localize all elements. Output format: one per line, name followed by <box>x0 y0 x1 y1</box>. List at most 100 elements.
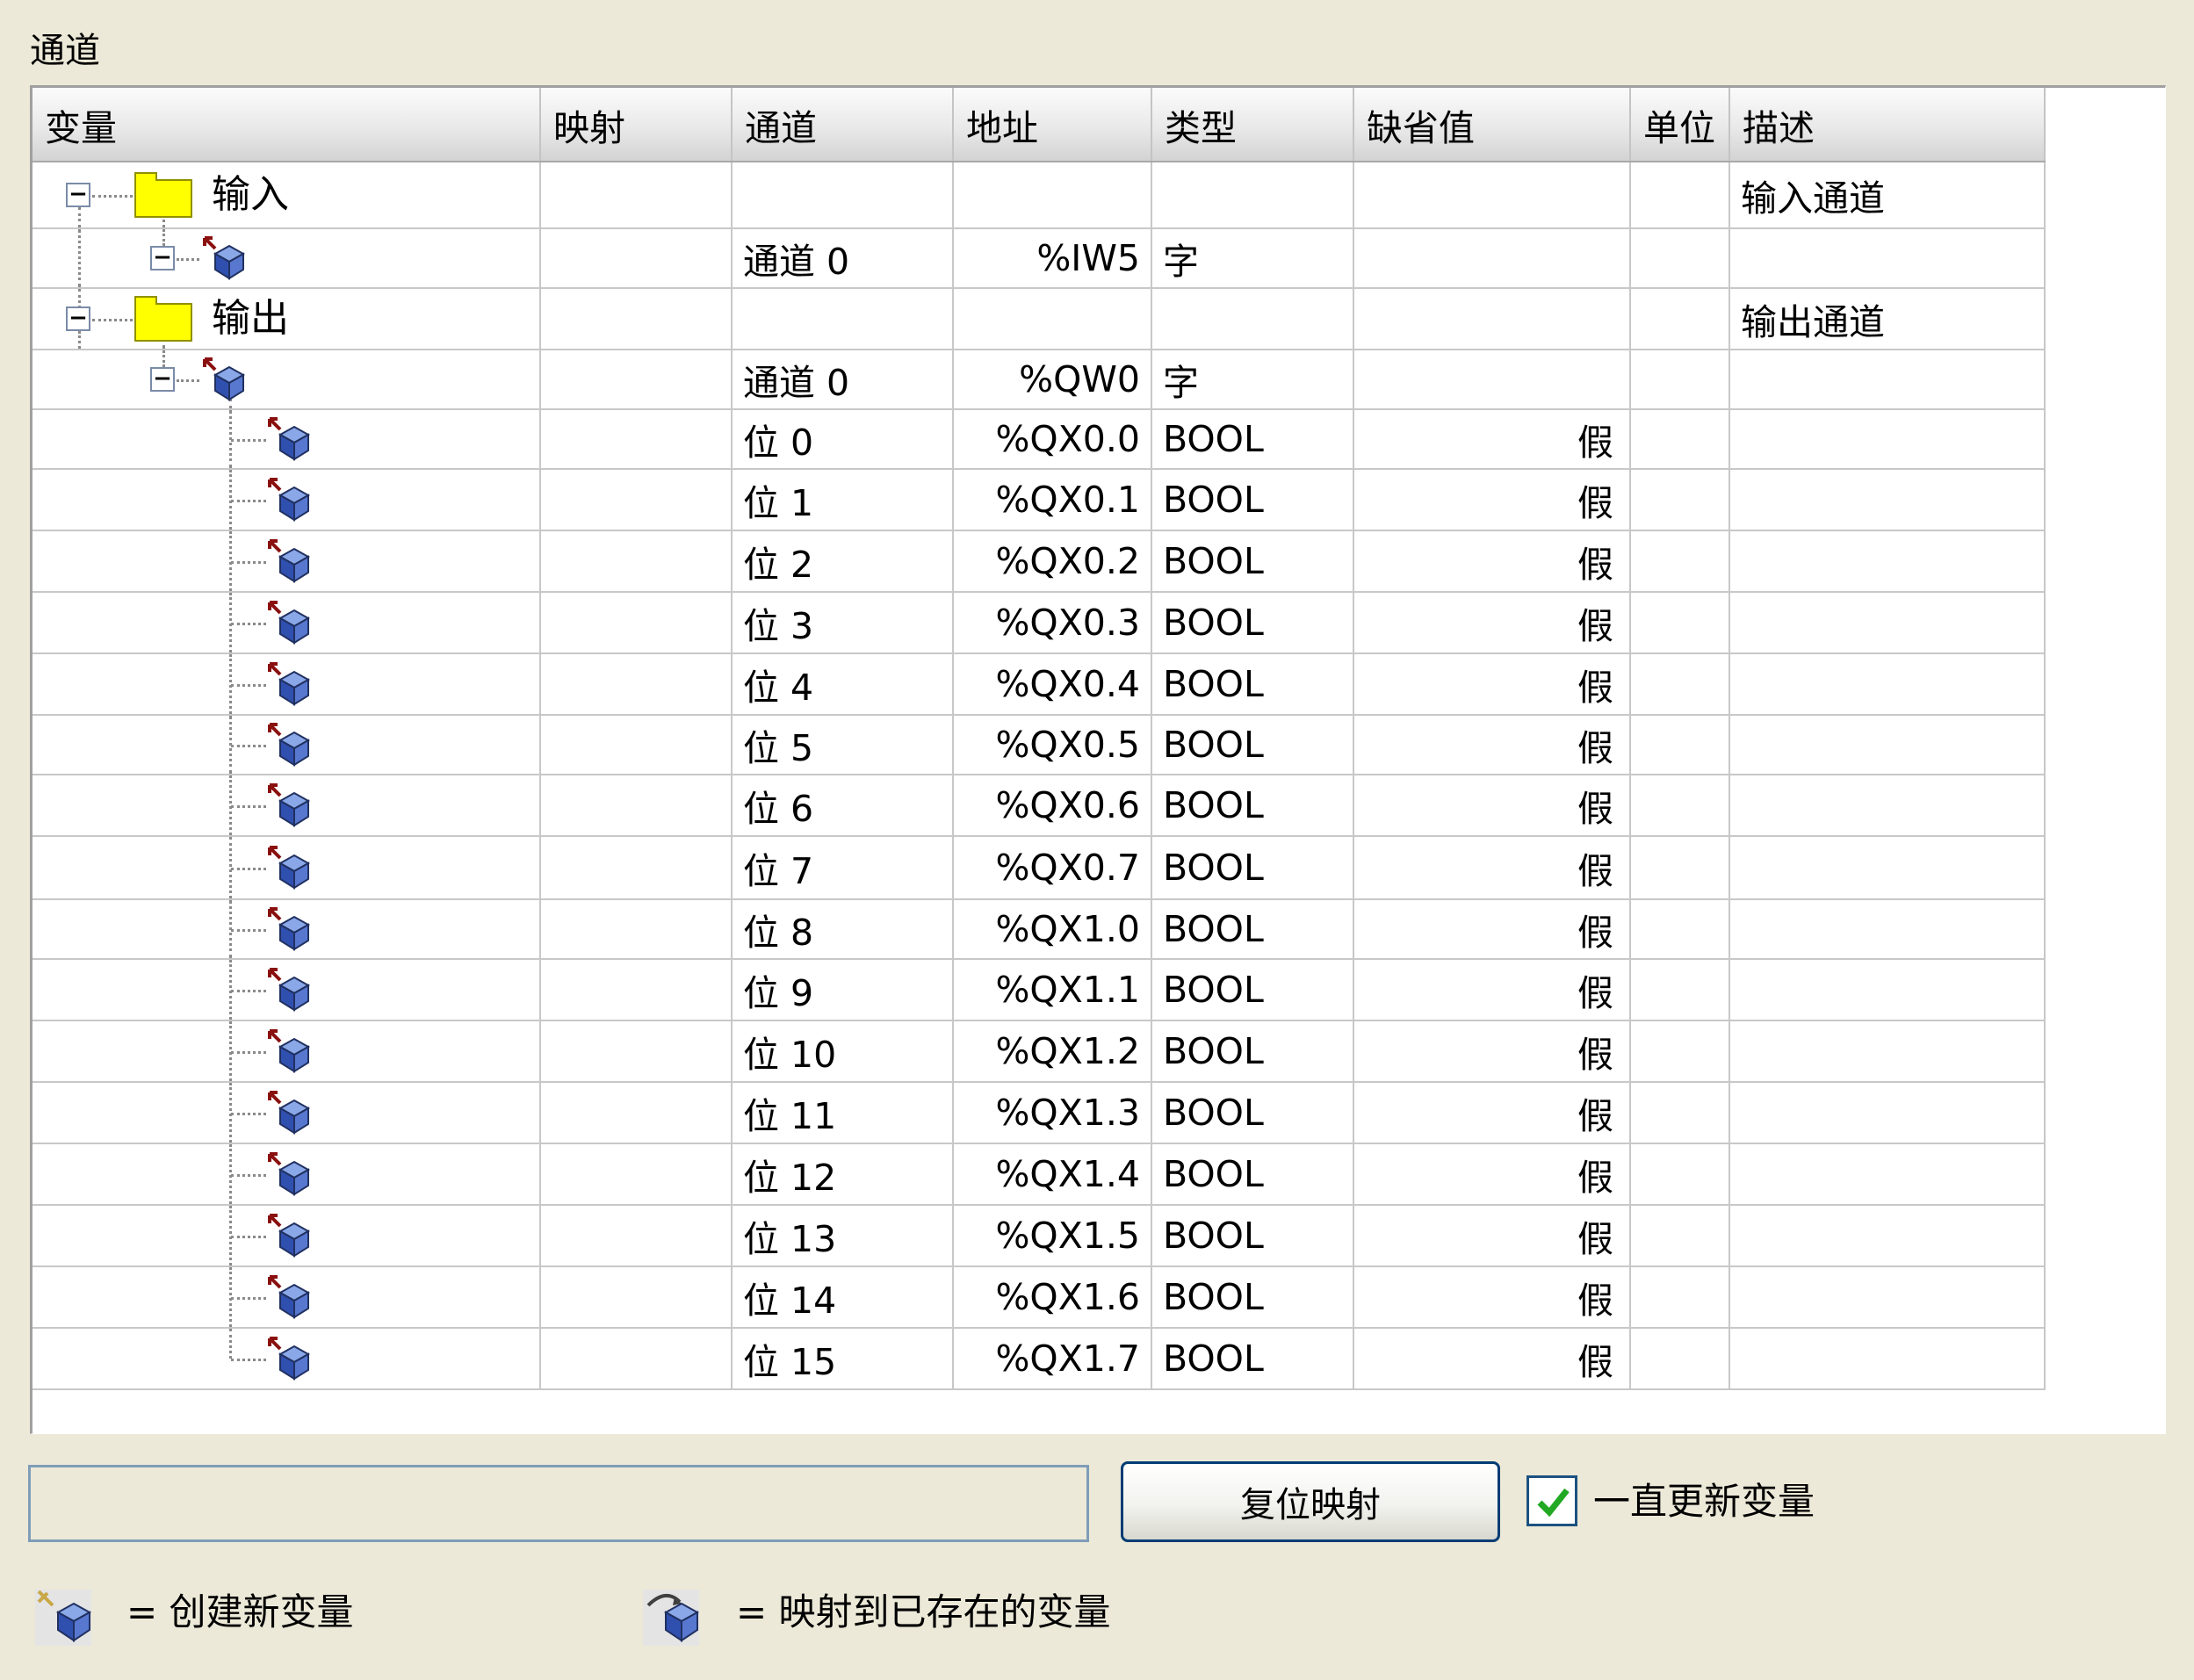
cell-mapping[interactable] <box>540 653 733 716</box>
channel-grid[interactable]: 变量 映射 通道 地址 类型 缺省值 单位 描述 − 输入 输入通道 − 通道 0 %IW… <box>30 85 2166 1434</box>
cell-variable[interactable]: − 输入 <box>32 162 541 229</box>
reset-mapping-button[interactable]: 复位映射 <box>1121 1461 1500 1542</box>
cell-variable[interactable] <box>32 653 541 716</box>
mapped-variable-icon <box>268 417 311 461</box>
cell-default[interactable] <box>1353 350 1631 410</box>
table-row[interactable]: 位 5 %QX0.5 BOOL 假 <box>32 715 2046 775</box>
cell-variable[interactable] <box>32 1266 541 1329</box>
cell-variable[interactable] <box>32 715 541 775</box>
cell-variable[interactable] <box>32 836 541 900</box>
table-row[interactable]: 位 0 %QX0.0 BOOL 假 <box>32 409 2046 470</box>
table-row[interactable]: 位 14 %QX1.6 BOOL 假 <box>32 1266 2046 1329</box>
cell-variable[interactable] <box>32 899 541 960</box>
cell-variable[interactable] <box>32 1143 541 1206</box>
cell-mapping[interactable] <box>540 1328 733 1390</box>
cell-mapping[interactable] <box>540 1020 733 1083</box>
column-header-unit[interactable]: 单位 <box>1630 88 1730 162</box>
cell-mapping[interactable] <box>540 775 733 837</box>
cell-variable[interactable] <box>32 775 541 837</box>
cell-mapping[interactable] <box>540 350 733 410</box>
cell-default[interactable]: 假 <box>1353 1266 1631 1329</box>
table-row[interactable]: − 通道 0 %QW0 字 <box>32 350 2046 410</box>
cell-mapping[interactable] <box>540 1082 733 1144</box>
cell-mapping[interactable] <box>540 288 733 350</box>
cell-default[interactable]: 假 <box>1353 899 1631 960</box>
cell-default[interactable]: 假 <box>1353 715 1631 775</box>
table-row[interactable]: 位 11 %QX1.3 BOOL 假 <box>32 1082 2046 1144</box>
cell-variable[interactable] <box>32 1082 541 1144</box>
cell-default[interactable]: 假 <box>1353 836 1631 900</box>
cell-variable[interactable]: − <box>32 228 541 289</box>
table-row[interactable]: 位 10 %QX1.2 BOOL 假 <box>32 1020 2046 1083</box>
table-row[interactable]: − 输出 输出通道 <box>32 288 2046 350</box>
cell-mapping[interactable] <box>540 899 733 960</box>
column-header-default[interactable]: 缺省值 <box>1353 88 1631 162</box>
cell-mapping[interactable] <box>540 592 733 654</box>
cell-mapping[interactable] <box>540 228 733 289</box>
cell-default[interactable]: 假 <box>1353 959 1631 1021</box>
cell-default[interactable]: 假 <box>1353 1082 1631 1144</box>
cell-variable[interactable] <box>32 1205 541 1267</box>
cell-variable[interactable]: − <box>32 350 541 410</box>
cell-variable[interactable] <box>32 959 541 1021</box>
column-header-variable[interactable]: 变量 <box>32 88 541 162</box>
table-row[interactable]: 位 15 %QX1.7 BOOL 假 <box>32 1328 2046 1390</box>
table-row[interactable]: 位 12 %QX1.4 BOOL 假 <box>32 1143 2046 1206</box>
column-header-address[interactable]: 地址 <box>953 88 1152 162</box>
cell-variable[interactable] <box>32 1328 541 1390</box>
cell-default[interactable] <box>1353 228 1631 289</box>
cell-mapping[interactable] <box>540 530 733 593</box>
status-field <box>28 1465 1089 1542</box>
cell-mapping[interactable] <box>540 1266 733 1329</box>
cell-default[interactable] <box>1353 288 1631 350</box>
cell-default[interactable]: 假 <box>1353 530 1631 593</box>
table-row[interactable]: 位 3 %QX0.3 BOOL 假 <box>32 592 2046 654</box>
cell-default[interactable]: 假 <box>1353 1143 1631 1206</box>
table-row[interactable]: 位 1 %QX0.1 BOOL 假 <box>32 469 2046 531</box>
collapse-toggle[interactable]: − <box>150 367 175 392</box>
cell-mapping[interactable] <box>540 469 733 531</box>
cell-default[interactable]: 假 <box>1353 469 1631 531</box>
always-update-label[interactable]: 一直更新变量 <box>1593 1477 1815 1526</box>
cell-type <box>1151 162 1354 229</box>
table-row[interactable]: − 通道 0 %IW5 字 <box>32 228 2046 289</box>
cell-variable[interactable] <box>32 469 541 531</box>
column-header-type[interactable]: 类型 <box>1151 88 1354 162</box>
cell-default[interactable]: 假 <box>1353 775 1631 837</box>
cell-mapping[interactable] <box>540 715 733 775</box>
cell-default[interactable]: 假 <box>1353 1205 1631 1267</box>
column-header-description[interactable]: 描述 <box>1729 88 2046 162</box>
cell-mapping[interactable] <box>540 162 733 229</box>
always-update-checkbox[interactable] <box>1526 1475 1577 1526</box>
column-header-channel[interactable]: 通道 <box>732 88 954 162</box>
column-header-mapping[interactable]: 映射 <box>540 88 733 162</box>
tree-node-label: 输入 <box>212 172 289 217</box>
cell-variable[interactable]: − 输出 <box>32 288 541 350</box>
cell-mapping[interactable] <box>540 959 733 1021</box>
table-row[interactable]: 位 9 %QX1.1 BOOL 假 <box>32 959 2046 1021</box>
cell-variable[interactable] <box>32 1020 541 1083</box>
table-row[interactable]: 位 2 %QX0.2 BOOL 假 <box>32 530 2046 593</box>
cell-mapping[interactable] <box>540 1205 733 1267</box>
cell-variable[interactable] <box>32 530 541 593</box>
collapse-toggle[interactable]: − <box>66 183 90 207</box>
collapse-toggle[interactable]: − <box>66 306 90 331</box>
cell-default[interactable]: 假 <box>1353 409 1631 470</box>
collapse-toggle[interactable]: − <box>150 246 175 270</box>
table-row[interactable]: 位 6 %QX0.6 BOOL 假 <box>32 775 2046 837</box>
cell-default[interactable]: 假 <box>1353 592 1631 654</box>
table-row[interactable]: 位 8 %QX1.0 BOOL 假 <box>32 899 2046 960</box>
cell-mapping[interactable] <box>540 836 733 900</box>
cell-variable[interactable] <box>32 592 541 654</box>
table-row[interactable]: 位 13 %QX1.5 BOOL 假 <box>32 1205 2046 1267</box>
table-row[interactable]: − 输入 输入通道 <box>32 162 2046 229</box>
cell-default[interactable]: 假 <box>1353 1328 1631 1390</box>
cell-mapping[interactable] <box>540 409 733 470</box>
cell-default[interactable]: 假 <box>1353 653 1631 716</box>
cell-default[interactable]: 假 <box>1353 1020 1631 1083</box>
cell-variable[interactable] <box>32 409 541 470</box>
cell-default[interactable] <box>1353 162 1631 229</box>
cell-mapping[interactable] <box>540 1143 733 1206</box>
table-row[interactable]: 位 4 %QX0.4 BOOL 假 <box>32 653 2046 716</box>
table-row[interactable]: 位 7 %QX0.7 BOOL 假 <box>32 836 2046 900</box>
